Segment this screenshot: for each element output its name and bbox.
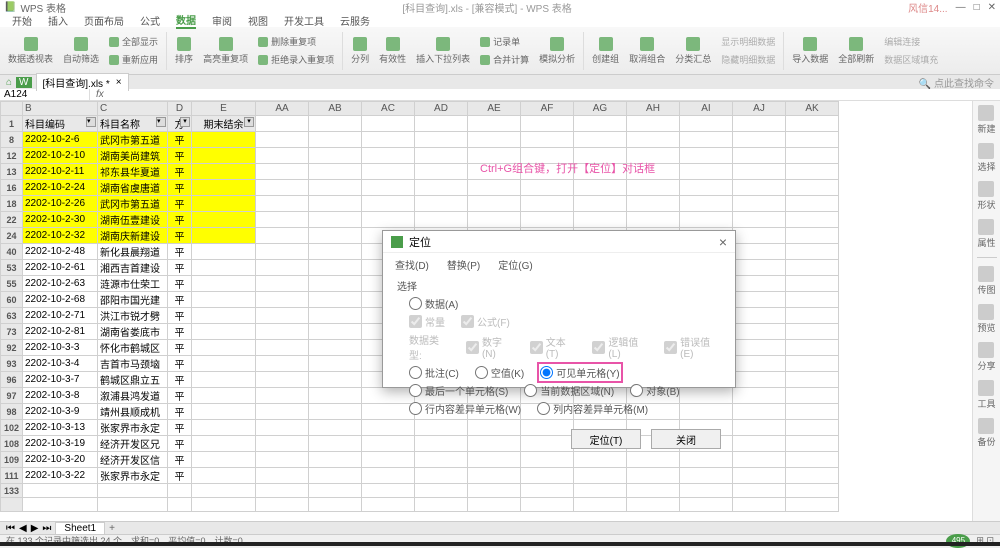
opt-const: 常量	[409, 314, 445, 329]
dialog-overlay: 定位 × 查找(D) 替换(P) 定位(G) 选择 数据(A) 常量 公式(F)…	[0, 0, 1000, 546]
goto-dialog: 定位 × 查找(D) 替换(P) 定位(G) 选择 数据(A) 常量 公式(F)…	[382, 230, 736, 388]
opt-visible[interactable]: 可见单元格(Y)	[540, 365, 619, 380]
opt-formula: 公式(F)	[461, 314, 510, 329]
tab-goto[interactable]: 定位(G)	[498, 257, 532, 274]
opt-lastcell[interactable]: 最后一个单元格(S)	[409, 383, 508, 398]
ok-button[interactable]: 定位(T)	[571, 429, 641, 449]
os-taskbar[interactable]	[0, 542, 1000, 546]
opt-blank[interactable]: 空值(K)	[475, 365, 524, 380]
opt-curregion[interactable]: 当前数据区域(N)	[524, 383, 614, 398]
dialog-titlebar[interactable]: 定位 ×	[383, 231, 735, 253]
dialog-icon	[391, 236, 403, 248]
opt-text: 文本(T)	[530, 334, 577, 360]
select-label: 选择	[397, 278, 721, 293]
tab-find[interactable]: 查找(D)	[395, 257, 429, 274]
opt-data[interactable]: 数据(A)	[409, 296, 458, 311]
dialog-title-text: 定位	[409, 234, 431, 250]
opt-logic: 逻辑值(L)	[592, 334, 648, 360]
opt-object[interactable]: 对象(B)	[630, 383, 679, 398]
opt-comment[interactable]: 批注(C)	[409, 365, 459, 380]
opt-err: 错误值(E)	[664, 334, 721, 360]
tab-replace[interactable]: 替换(P)	[447, 257, 480, 274]
opt-num: 数字(N)	[466, 334, 514, 360]
opt-rowdiff[interactable]: 行内容差异单元格(W)	[409, 401, 521, 416]
opt-coldiff[interactable]: 列内容差异单元格(M)	[537, 401, 648, 416]
cancel-button[interactable]: 关闭	[651, 429, 721, 449]
dialog-close-icon[interactable]: ×	[719, 234, 727, 250]
